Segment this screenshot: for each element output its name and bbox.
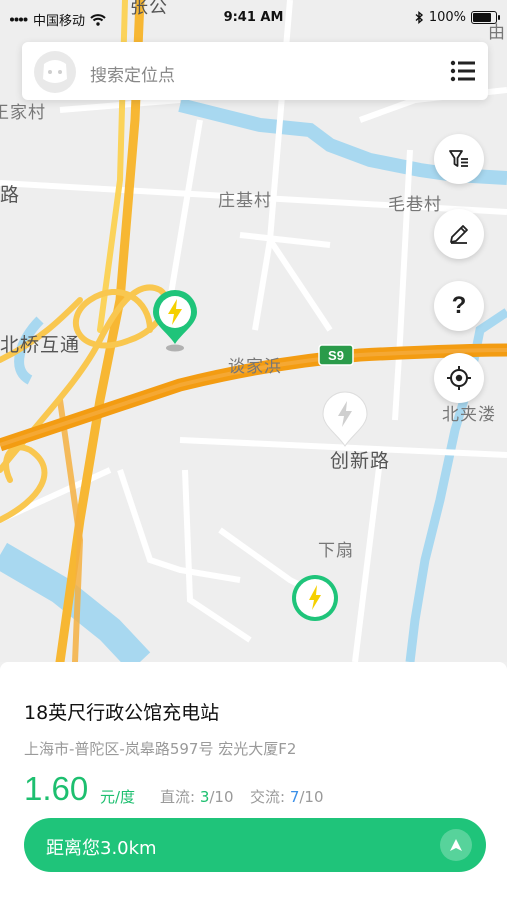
- robot-avatar-icon: [43, 60, 67, 83]
- status-right: 100%: [415, 10, 500, 25]
- station-price: 1.60: [24, 770, 89, 807]
- ac-availability: 交流: 7/10: [250, 786, 324, 807]
- bluetooth-icon: [415, 11, 423, 24]
- locate-button[interactable]: [434, 353, 484, 403]
- map-label-lu: 路: [0, 184, 21, 206]
- list-icon: [450, 60, 475, 82]
- dc-available-count: 3: [199, 788, 210, 806]
- help-button[interactable]: ?: [434, 281, 484, 331]
- navigate-button[interactable]: 距离您3.0km: [24, 818, 486, 872]
- crosshair-icon: [447, 366, 471, 390]
- status-bar: 中国移动 9:41 AM 100%: [0, 0, 507, 38]
- triangle-up-icon: [450, 839, 462, 851]
- highway-s9-label: S9: [328, 348, 344, 363]
- battery-percent: 100%: [428, 10, 466, 25]
- search-input[interactable]: 搜索定位点: [90, 61, 175, 86]
- map-label-wang-jia-cun: 王家村: [0, 103, 46, 123]
- price-unit: 元/度: [100, 788, 136, 806]
- station-address: 上海市-普陀区-岚皋路597号 宏光大厦F2: [24, 740, 297, 758]
- navigate-arrow-icon: [440, 829, 472, 861]
- filter-button[interactable]: [434, 134, 484, 184]
- distance-label: 距离您3.0km: [46, 838, 157, 859]
- green-circle-charger-marker[interactable]: [292, 575, 338, 621]
- search-bar[interactable]: 搜索定位点: [22, 42, 488, 100]
- dc-availability: 直流: 3/10: [160, 786, 234, 807]
- dc-label: 直流:: [160, 788, 200, 806]
- map-label-mao-xiang-cun: 毛巷村: [388, 195, 442, 215]
- pencil-icon: [450, 225, 468, 244]
- ac-total: /10: [299, 788, 324, 806]
- highway-s9-badge: S9: [318, 344, 354, 366]
- dc-total: /10: [209, 788, 234, 806]
- avatar[interactable]: [34, 51, 76, 93]
- map-label-tan-jia-bang: 谈家浜: [228, 357, 282, 377]
- list-menu-button[interactable]: [450, 60, 476, 82]
- battery-icon: [471, 11, 500, 24]
- filter-icon: [449, 150, 468, 167]
- map-label-zhuang-ji-cun: 庄基村: [218, 191, 272, 211]
- map-label-xia-shan: 下扇: [318, 541, 354, 561]
- station-name: 18英尺行政公馆充电站: [24, 702, 220, 724]
- question-mark-icon: ?: [451, 292, 467, 319]
- ac-label: 交流:: [250, 788, 290, 806]
- map-label-bei-qiao-hu-tong: 北桥互通: [0, 334, 81, 356]
- map-label-bei-jia-lou: 北夹溇: [442, 405, 496, 425]
- ac-available-count: 7: [289, 788, 300, 806]
- edit-button[interactable]: [434, 209, 484, 259]
- station-card[interactable]: 18英尺行政公馆充电站 上海市-普陀区-岚皋路597号 宏光大厦F2 1.60 …: [0, 662, 507, 900]
- map-label-chuang-xin-lu: 创新路: [330, 450, 391, 472]
